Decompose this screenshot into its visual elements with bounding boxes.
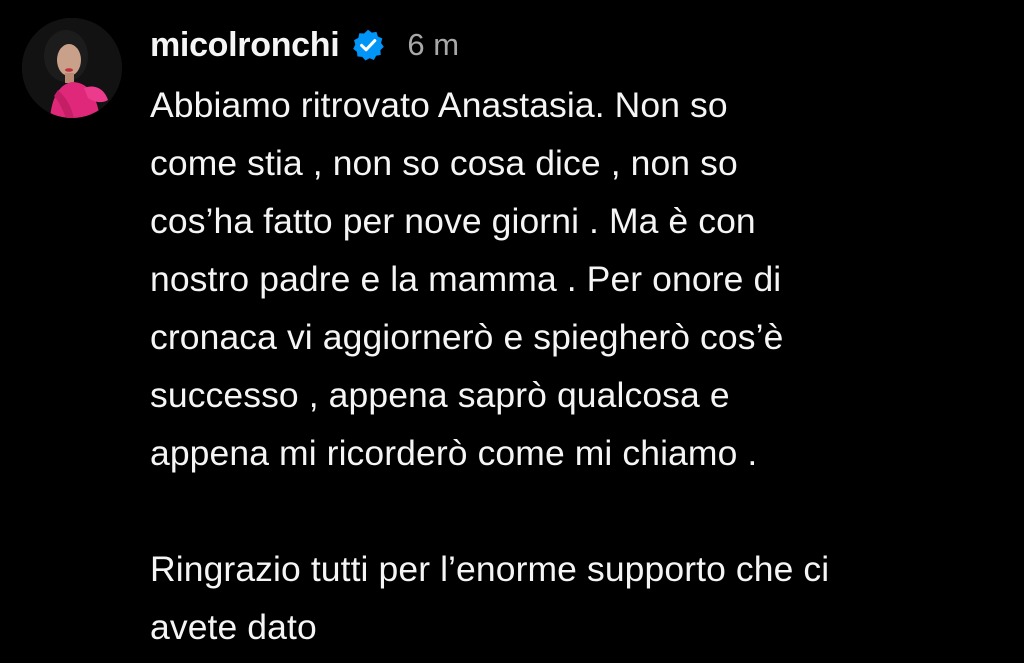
- caption-line: Abbiamo ritrovato Anastasia. Non so: [150, 85, 728, 125]
- avatar-image: [22, 18, 122, 118]
- caption-line: Ringrazio tutti per l’enorme supporto ch…: [150, 549, 830, 589]
- username-link[interactable]: micolronchi: [150, 26, 340, 65]
- caption-line: come stia , non so cosa dice , non so: [150, 143, 738, 183]
- comment-item: micolronchi 6 m Abbiamo ritrovato Anasta…: [0, 0, 1024, 663]
- comment-text: Abbiamo ritrovato Anastasia. Non so come…: [150, 76, 1010, 656]
- timestamp[interactable]: 6 m: [407, 27, 459, 63]
- caption-line: appena mi ricorderò come mi chiamo .: [150, 433, 758, 473]
- comment-header: micolronchi 6 m: [150, 22, 459, 68]
- caption-line: avete dato: [150, 607, 317, 647]
- verified-badge-icon: [351, 28, 385, 62]
- caption-line: cronaca vi aggiornerò e spiegherò cos’è: [150, 317, 784, 357]
- caption-line: nostro padre e la mamma . Per onore di: [150, 259, 782, 299]
- avatar[interactable]: [22, 18, 122, 118]
- caption-line: cos’ha fatto per nove giorni . Ma è con: [150, 201, 756, 241]
- caption-line: successo , appena saprò qualcosa e: [150, 375, 730, 415]
